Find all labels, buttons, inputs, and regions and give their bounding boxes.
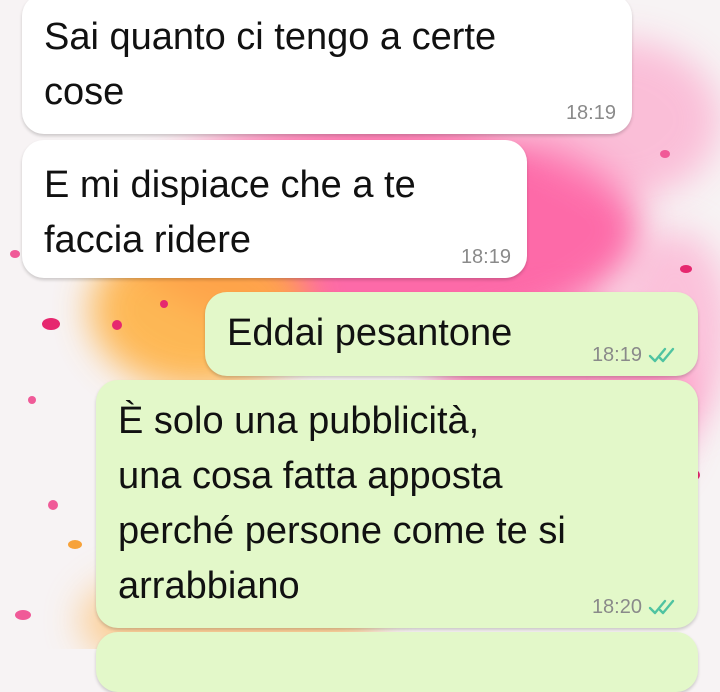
message-bubble-outgoing[interactable]: È solo una pubblicità, una cosa fatta ap… bbox=[96, 380, 698, 628]
message-time: 18:19 bbox=[460, 246, 511, 268]
message-text: Sai quanto ci tengo a certe cose bbox=[44, 16, 497, 113]
message-meta: 18:19 bbox=[592, 344, 682, 366]
message-time: 18:19 bbox=[565, 102, 616, 124]
message-bubble-incoming[interactable]: Sai quanto ci tengo a certe cose 18:19 bbox=[22, 0, 632, 134]
message-text: E mi dispiace che a te faccia ridere bbox=[44, 164, 416, 261]
message-bubble-incoming[interactable]: E mi dispiace che a te faccia ridere 18:… bbox=[22, 140, 527, 278]
message-time: 18:19 bbox=[591, 344, 642, 366]
message-text: È solo una pubblicità, una cosa fatta ap… bbox=[118, 400, 566, 607]
message-bubble-outgoing-partial[interactable] bbox=[96, 632, 698, 692]
double-check-icon bbox=[648, 599, 675, 615]
double-check-icon bbox=[648, 347, 675, 363]
message-bubble-outgoing[interactable]: Eddai pesantone 18:19 bbox=[205, 292, 698, 376]
message-meta: 18:19 bbox=[566, 102, 616, 124]
message-time: 18:20 bbox=[591, 596, 642, 618]
message-meta: 18:20 bbox=[592, 596, 682, 618]
message-meta: 18:19 bbox=[461, 246, 511, 268]
